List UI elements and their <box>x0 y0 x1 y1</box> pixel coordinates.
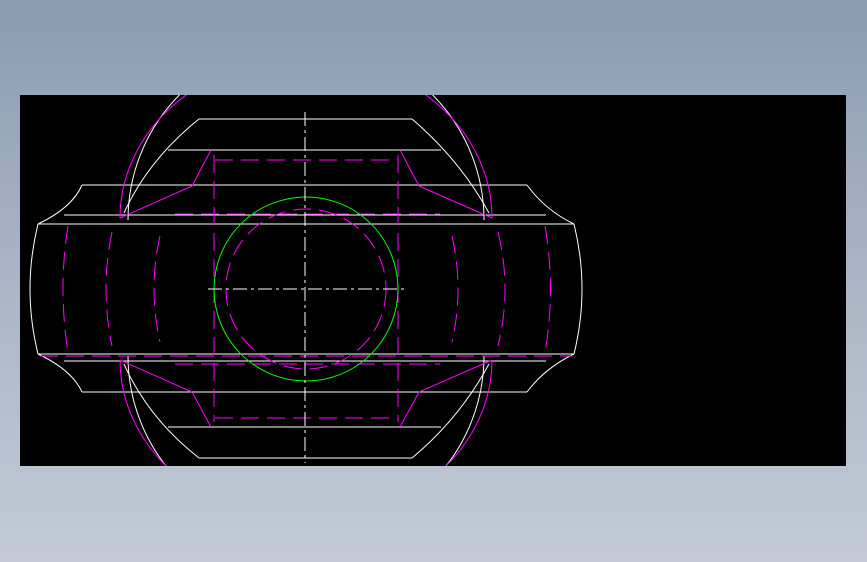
centerlines <box>208 112 404 463</box>
cad-drawing <box>29 95 583 466</box>
right-convex-end <box>573 223 583 355</box>
hidden-arc-l3 <box>153 235 161 343</box>
outer-arc-top-right <box>411 118 490 214</box>
fillet-bottom-left <box>37 353 83 393</box>
left-convex-end <box>29 223 39 355</box>
chamfer-bl-2 <box>191 391 212 428</box>
inner-sphere-top-arc <box>127 95 485 221</box>
chamfer-tr-1 <box>418 185 493 219</box>
chamfer-tl-2 <box>191 149 212 187</box>
chamfer-tr-2 <box>399 149 420 187</box>
hidden-edges <box>40 95 572 466</box>
inner-sphere-bottom-arc <box>127 355 485 466</box>
visible-outline <box>29 95 583 466</box>
hidden-arc-l2 <box>105 231 113 347</box>
hidden-arc-l1 <box>62 225 69 353</box>
fillet-top-right <box>526 184 575 225</box>
chamfer-br-2 <box>399 391 420 428</box>
hidden-arc-r1 <box>451 235 459 343</box>
hidden-sphere-bottom <box>119 359 493 466</box>
outer-arc-top-left <box>123 118 200 214</box>
cad-viewport[interactable] <box>20 95 846 466</box>
hidden-arc-r2 <box>497 231 506 347</box>
fillet-bottom-right <box>526 353 575 393</box>
hidden-arc-r3 <box>544 225 551 353</box>
fillet-top-left <box>37 184 83 225</box>
hidden-sphere-top <box>119 95 493 219</box>
